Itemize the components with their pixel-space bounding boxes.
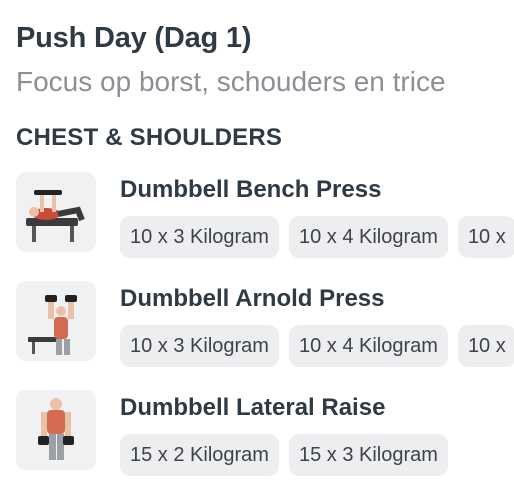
exercise-item-lateral-raise[interactable]: Dumbbell Lateral Raise 15 x 2 Kilogram 15…: [16, 390, 514, 476]
exercise-name: Dumbbell Bench Press: [120, 176, 382, 203]
workout-subtitle: Focus op borst, schouders en trice: [16, 66, 446, 97]
exercise-name: Dumbbell Lateral Raise: [120, 394, 386, 421]
workout-title: Push Day (Dag 1): [16, 22, 252, 54]
set-list: 10 x 3 Kilogram 10 x 4 Kilogram 10 x: [120, 216, 514, 258]
bench-press-image: [16, 172, 96, 252]
workout-page: Push Day (Dag 1) Focus op borst, schoude…: [0, 0, 514, 504]
set-list: 10 x 3 Kilogram 10 x 4 Kilogram 10 x: [120, 325, 514, 367]
exercise-name: Dumbbell Arnold Press: [120, 285, 385, 312]
exercise-item-bench-press[interactable]: Dumbbell Bench Press 10 x 3 Kilogram 10 x…: [16, 172, 514, 258]
set-chip[interactable]: 10 x 4 Kilogram: [288, 325, 448, 367]
section-header: CHEST & SHOULDERS: [16, 124, 283, 151]
set-chip[interactable]: 10 x: [457, 325, 514, 367]
set-chip[interactable]: 10 x 3 Kilogram: [120, 325, 279, 367]
set-chip[interactable]: 10 x 4 Kilogram: [288, 216, 448, 258]
arnold-press-image: [16, 281, 96, 361]
lateral-raise-image: [16, 390, 96, 470]
set-list: 15 x 2 Kilogram 15 x 3 Kilogram: [120, 434, 514, 476]
exercise-item-arnold-press[interactable]: Dumbbell Arnold Press 10 x 3 Kilogram 10 …: [16, 281, 514, 367]
set-chip[interactable]: 10 x: [457, 216, 514, 258]
set-chip[interactable]: 15 x 2 Kilogram: [120, 434, 279, 476]
set-chip[interactable]: 15 x 3 Kilogram: [288, 434, 448, 476]
set-chip[interactable]: 10 x 3 Kilogram: [120, 216, 279, 258]
